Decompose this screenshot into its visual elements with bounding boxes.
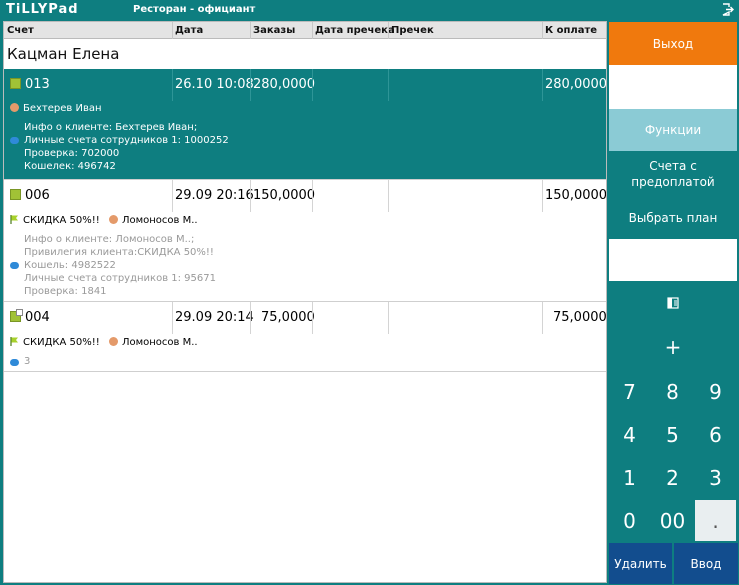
col-to-pay[interactable]: К оплате [545,25,597,36]
waiter-name: Кацман Елена [7,45,120,63]
comment-icon [10,262,19,269]
order-row-006[interactable]: 006 29.09 20:16 150,0000 150,0000 СКИДКА… [4,180,606,302]
order-number: 013 [25,77,50,92]
order-status-icon [10,189,21,200]
order-sum: 75,0000 [261,310,315,325]
key-1[interactable]: 1 [609,457,650,498]
discount-label: СКИДКА 50%!! [23,337,100,348]
key-dot[interactable]: . [695,500,736,541]
person-icon [108,215,118,224]
col-precheck-date[interactable]: Дата пречека [315,25,395,36]
order-date: 29.09 20:16 [175,188,254,203]
key-8[interactable]: 8 [652,371,693,412]
key-4[interactable]: 4 [609,414,650,455]
key-5[interactable]: 5 [652,414,693,455]
guest-name: Бехтерев Иван [23,103,102,114]
order-date: 29.09 20:14 [175,310,254,325]
info-line: Личные счета сотрудников 1: 95671 [24,273,216,284]
col-orders[interactable]: Заказы [253,25,295,36]
panel-icon [667,297,679,309]
orders-panel: Счет Дата Заказы Дата пречека Пречек К о… [3,21,607,583]
info-line: Кошель: 4982522 [24,260,116,271]
order-number: 004 [25,310,50,325]
enter-button[interactable]: Ввод [674,543,738,584]
comment-icon [10,137,19,144]
side-panel: Выход Функции Счета с предоплатой Выбрат… [609,21,739,585]
app-logo: TiLLYPad [6,2,79,17]
info-line: Личные счета сотрудников 1: 1000252 [24,135,229,146]
discount-flag-icon [10,337,18,346]
exit-button[interactable]: Выход [609,22,737,65]
discount-label: СКИДКА 50%!! [23,215,100,226]
guest-name: Ломоносов М.. [121,337,198,348]
table-header: Счет Дата Заказы Дата пречека Пречек К о… [4,22,606,39]
order-number: 006 [25,188,50,203]
guest-name: Ломоносов М.. [121,215,198,226]
order-date: 26.10 10:08 [175,77,254,92]
info-line: Инфо о клиенте: Ломоносов М..; [24,234,195,245]
prepaid-bills-button[interactable]: Счета с предоплатой [609,153,737,195]
order-status-icon [10,309,23,322]
choose-plan-button[interactable]: Выбрать план [609,197,737,239]
key-3[interactable]: 3 [695,457,736,498]
col-bill[interactable]: Счет [7,25,34,36]
comment-icon [10,359,19,366]
functions-button[interactable]: Функции [609,109,737,151]
col-precheck[interactable]: Пречек [391,25,434,36]
person-icon [10,103,19,112]
logout-icon[interactable] [721,3,734,16]
order-sum: 150,0000 [253,188,316,203]
order-to-pay: 150,0000 [545,188,607,203]
order-to-pay: 75,0000 [553,310,607,325]
key-2[interactable]: 2 [652,457,693,498]
key-7[interactable]: 7 [609,371,650,412]
order-sum: 280,0000 [253,77,316,92]
panel-toggle-button[interactable] [609,282,737,324]
order-row-013[interactable]: 013 26.10 10:08 280,0000 280,0000 Бехтер… [4,69,606,180]
app-title: Ресторан - официант [133,4,256,15]
info-line: Инфо о клиенте: Бехтерев Иван; [24,122,198,133]
info-line: Кошелек: 496742 [24,161,116,172]
col-date[interactable]: Дата [175,25,203,36]
key-0[interactable]: 0 [609,500,650,541]
info-line: Проверка: 702000 [24,148,120,159]
order-status-icon [10,78,21,89]
title-bar: TiLLYPad Ресторан - официант [0,0,739,21]
order-to-pay: 280,0000 [545,77,607,92]
info-line: Проверка: 1841 [24,286,107,297]
person-icon [108,337,118,346]
key-00[interactable]: 00 [652,500,693,541]
info-line: Привилегия клиента:СКИДКА 50%!! [24,247,214,258]
discount-flag-icon [10,215,18,224]
delete-button[interactable]: Удалить [609,543,672,584]
order-row-004[interactable]: 004 29.09 20:14 75,0000 75,0000 СКИДКА 5… [4,302,606,372]
key-9[interactable]: 9 [695,371,736,412]
info-line: 3 [24,356,31,367]
key-6[interactable]: 6 [695,414,736,455]
plus-button[interactable]: + [609,326,737,368]
